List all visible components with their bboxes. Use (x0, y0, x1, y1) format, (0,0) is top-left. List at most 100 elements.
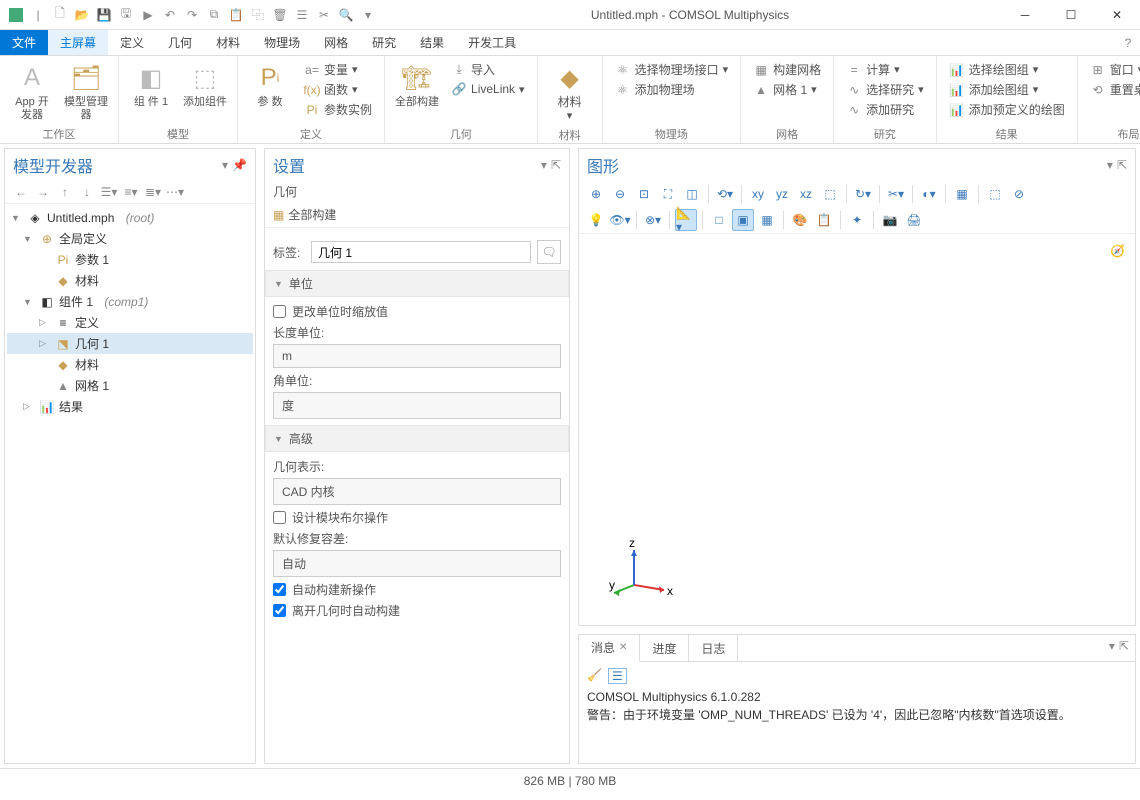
material-button[interactable]: ◆材料▾ (546, 60, 594, 125)
props-icon[interactable]: ☰ (292, 5, 312, 25)
paste-icon[interactable]: 📋 (226, 5, 246, 25)
tree-definitions[interactable]: ▷≡定义 (7, 312, 253, 333)
geom-rep-select[interactable]: CAD 内核 (273, 478, 561, 505)
tab-log[interactable]: 日志 (689, 635, 738, 661)
angle-unit-select[interactable]: 度 (273, 392, 561, 419)
graphics-canvas[interactable]: 🧭 x y z (579, 234, 1135, 625)
zoom-in-icon[interactable]: ⊕ (585, 183, 607, 205)
add-plotgroup-button[interactable]: 📊添加绘图组 ▾ (945, 80, 1069, 99)
undo-icon[interactable]: ↶ (160, 5, 180, 25)
function-button[interactable]: f(x)函数 ▾ (300, 80, 376, 99)
copy-icon[interactable]: ⧉ (204, 5, 224, 25)
pin-icon[interactable]: ⇱ (1119, 639, 1129, 657)
tree-materials-comp[interactable]: ◆材料 (7, 354, 253, 375)
saveas-icon[interactable]: 🖫 (116, 5, 136, 25)
pin-icon[interactable]: 📌 (232, 158, 247, 172)
xz-view-icon[interactable]: xz (795, 183, 817, 205)
tree-global-def[interactable]: ▼⊕全局定义 (7, 228, 253, 249)
build-all-settings-button[interactable]: ▦全部构建 (273, 206, 336, 223)
open-icon[interactable]: 📂 (72, 5, 92, 25)
tree-params1[interactable]: Pi参数 1 (7, 249, 253, 270)
save-icon[interactable]: 💾 (94, 5, 114, 25)
select-icon[interactable]: ⬚ (984, 183, 1006, 205)
more-icon[interactable]: ⋯▾ (165, 183, 185, 201)
default-view-icon[interactable]: ⬚ (819, 183, 841, 205)
collapse-icon[interactable]: ≡▾ (121, 183, 141, 201)
label-link-button[interactable]: 🗨 (537, 240, 561, 264)
scale-on-unit-checkbox[interactable] (273, 305, 286, 318)
panel-menu-icon[interactable]: ▾ (541, 158, 547, 172)
find-icon[interactable]: 🔍 (336, 5, 356, 25)
tab-physics[interactable]: 物理场 (252, 30, 312, 55)
xy-view-icon[interactable]: xy (747, 183, 769, 205)
redo-icon[interactable]: ↷ (182, 5, 202, 25)
add-component-button[interactable]: ⬚添加组件 (181, 60, 229, 111)
print-icon[interactable]: 🖨 (903, 209, 925, 231)
clip-icon[interactable]: ✂▾ (885, 183, 907, 205)
close-icon[interactable]: ✕ (619, 642, 627, 653)
wireframe-icon[interactable]: ▦ (951, 183, 973, 205)
show-icon[interactable]: ☰▾ (99, 183, 119, 201)
tab-study[interactable]: 研究 (360, 30, 408, 55)
model-manager-button[interactable]: 🗂模型管理器 (62, 60, 110, 124)
length-unit-select[interactable]: m (273, 344, 561, 368)
focus-icon[interactable]: ✦ (846, 209, 868, 231)
cut-icon[interactable]: ✂ (314, 5, 334, 25)
deselect-icon[interactable]: ⊘ (1008, 183, 1030, 205)
hide-icon[interactable]: ⊗▾ (642, 209, 664, 231)
tab-messages[interactable]: 消息✕ (579, 635, 640, 662)
tab-progress[interactable]: 进度 (640, 635, 689, 661)
selection-list-icon[interactable]: 📋 (813, 209, 835, 231)
tab-results[interactable]: 结果 (408, 30, 456, 55)
qat-more-icon[interactable]: ▾ (358, 5, 378, 25)
component-button[interactable]: ◧组 件 1 (127, 60, 175, 111)
message-settings-icon[interactable]: ☰ (608, 668, 627, 684)
select-plotgroup-button[interactable]: 📊选择绘图组 ▾ (945, 60, 1069, 79)
tree-geometry1[interactable]: ▷⬔几何 1 (7, 333, 253, 354)
new-icon[interactable]: 🗋 (50, 5, 70, 25)
sel-all-icon[interactable]: ▦ (756, 209, 778, 231)
palette-icon[interactable]: 🎨 (789, 209, 811, 231)
tree-comp1[interactable]: ▼◧组件 1 (comp1) (7, 291, 253, 312)
tab-home[interactable]: 主屏幕 (48, 30, 108, 55)
zoom-extents-icon[interactable]: ⛶ (657, 183, 679, 205)
mesh-1-button[interactable]: ▲网格 1 ▾ (749, 80, 825, 99)
add-physics-button[interactable]: ⚛添加物理场 (611, 80, 733, 99)
param-case-button[interactable]: Pi参数实例 (300, 100, 376, 119)
maximize-button[interactable]: ☐ (1048, 0, 1094, 30)
compass-icon[interactable]: 🧭 (1110, 244, 1125, 258)
variable-button[interactable]: a=变量 ▾ (300, 60, 376, 79)
close-button[interactable]: ✕ (1094, 0, 1140, 30)
nav-down-icon[interactable]: ↓ (77, 183, 97, 201)
tree-results[interactable]: ▷📊结果 (7, 396, 253, 417)
livelink-button[interactable]: 🔗LiveLink ▾ (447, 80, 529, 98)
select-study-button[interactable]: ∿选择研究 ▾ (842, 80, 928, 99)
yz-view-icon[interactable]: yz (771, 183, 793, 205)
run-icon[interactable]: ▶ (138, 5, 158, 25)
sel-none-icon[interactable]: □ (708, 209, 730, 231)
delete-icon[interactable]: 🗑 (270, 5, 290, 25)
tab-mesh[interactable]: 网格 (312, 30, 360, 55)
compute-button[interactable]: =计算 ▾ (842, 60, 928, 79)
zoom-out-icon[interactable]: ⊖ (609, 183, 631, 205)
add-study-button[interactable]: ∿添加研究 (842, 100, 928, 119)
reset-desktop-button[interactable]: ⟲重置桌面 ▾ (1086, 80, 1140, 99)
clear-messages-icon[interactable]: 🧹 (587, 668, 602, 684)
nav-fwd-icon[interactable]: → (33, 183, 53, 201)
measure-icon[interactable]: 📐▾ (675, 209, 697, 231)
pin-icon[interactable]: ⇱ (1117, 158, 1127, 172)
import-button[interactable]: ⤓导入 (447, 60, 529, 79)
zoom-sel-icon[interactable]: ◫ (681, 183, 703, 205)
select-physics-button[interactable]: ⚛选择物理场接口 ▾ (611, 60, 733, 79)
app-builder-button[interactable]: AApp 开发器 (8, 60, 56, 124)
view-icon[interactable]: 👁▾ (609, 209, 631, 231)
expand-icon[interactable]: ≣▾ (143, 183, 163, 201)
section-advanced[interactable]: ▼高级 (265, 425, 569, 452)
sel-box-icon[interactable]: ▣ (732, 209, 754, 231)
transparency-icon[interactable]: ◐▾ (918, 183, 940, 205)
section-units[interactable]: ▼单位 (265, 270, 569, 297)
tree-root[interactable]: ▼◈Untitled.mph (root) (7, 208, 253, 228)
tree-mesh1[interactable]: ▲网格 1 (7, 375, 253, 396)
panel-menu-icon[interactable]: ▾ (222, 158, 228, 172)
build-all-button[interactable]: 🏗全部构建 (393, 60, 441, 111)
